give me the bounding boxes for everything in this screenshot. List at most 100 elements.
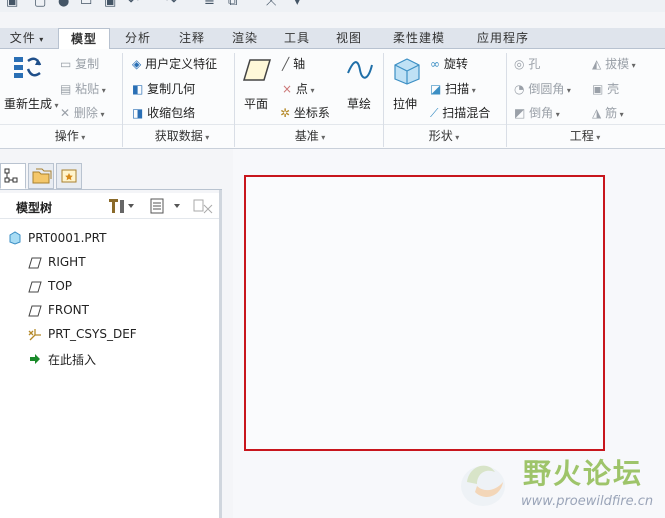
tree-item-label: PRT0001.PRT (28, 231, 107, 245)
tree-filter-icon[interactable] (192, 197, 214, 215)
chevron-down-icon: ▾ (97, 110, 105, 119)
group-label-shapes[interactable]: 形状 ▾ (404, 127, 484, 144)
customize-icon[interactable]: ▾ (294, 0, 301, 9)
windows-icon[interactable]: ⧉ (228, 0, 237, 9)
ribbon: 重新生成 ▾ ▭ 复制 ▤ 粘贴 ▾ ✕ 删除 ▾ 操作 ▾ ◈ 用户定义特征 … (0, 49, 665, 149)
chevron-down-icon: ▾ (35, 35, 45, 44)
undo-icon[interactable]: ↶ (128, 0, 139, 9)
tab-view[interactable]: 视图 (326, 28, 372, 49)
datum-plane-icon (28, 305, 42, 317)
copy-geometry-button[interactable]: ◧ 复制几何 (132, 80, 195, 97)
point-icon: × (282, 82, 293, 96)
copy-button[interactable]: ▭ 复制 (60, 55, 99, 72)
model-tree-item[interactable]: RIGHT (0, 253, 219, 273)
csys-icon: ✲ (280, 106, 291, 120)
chevron-down-icon: ▾ (52, 101, 59, 110)
redo-icon[interactable]: ↷ (166, 0, 177, 9)
tab-folder-browser[interactable] (28, 163, 54, 189)
quick-access-toolbar: ▣ ▢ ● ▭ ▣ ↶ ↷ ≡ ⧉ ⤧ ▾ (0, 0, 665, 12)
close-window-icon[interactable]: ⤧ (266, 0, 276, 9)
round-button[interactable]: ◔ 倒圆角 ▾ (514, 80, 571, 97)
insert-here-icon (30, 354, 40, 364)
part-icon (9, 231, 21, 245)
shrinkwrap-button[interactable]: ◨ 收缩包络 (132, 104, 195, 121)
folder-icon[interactable]: ▭ (80, 0, 92, 9)
regenerate-small-icon[interactable]: ≡ (204, 0, 215, 9)
tab-model[interactable]: 模型 (58, 28, 110, 50)
tree-item-label: PRT_CSYS_DEF (48, 327, 137, 341)
sketch-icon (347, 61, 373, 79)
chevron-down-icon: ▾ (564, 86, 571, 95)
chevron-down-icon: ▾ (202, 133, 210, 142)
shell-icon: ▣ (592, 82, 604, 96)
regenerate-button[interactable]: 重新生成 ▾ (4, 95, 59, 112)
sweep-button[interactable]: ◪ 扫描 ▾ (430, 80, 476, 97)
chevron-down-icon: ▾ (617, 110, 624, 119)
plane-button[interactable]: 平面 (244, 95, 268, 112)
save-icon[interactable]: ▣ (6, 0, 18, 9)
tree-item-label: RIGHT (48, 255, 86, 269)
model-tree-item[interactable]: FRONT (0, 301, 219, 321)
ribbon-tab-bar: 文件 ▾ 模型 分析 注释 渲染 工具 视图 柔性建模 应用程序 (0, 28, 665, 50)
model-tree-item[interactable]: PRT0001.PRT (0, 229, 219, 249)
group-separator (383, 53, 384, 147)
tree-columns-icon[interactable] (148, 197, 186, 215)
copy-icon: ▭ (60, 57, 72, 71)
new-file-icon[interactable]: ▢ (34, 0, 46, 9)
open-icon[interactable]: ● (58, 0, 69, 9)
navigator-tabs (0, 149, 222, 193)
disk-icon[interactable]: ▣ (104, 0, 116, 9)
group-separator (234, 53, 235, 147)
sketch-button[interactable]: 草绘 (347, 95, 371, 112)
shrinkwrap-icon: ◨ (132, 106, 144, 120)
chevron-down-icon: ▾ (593, 133, 601, 142)
delete-button[interactable]: ✕ 删除 ▾ (60, 104, 104, 121)
udf-button[interactable]: ◈ 用户定义特征 (132, 55, 217, 72)
shell-button[interactable]: ▣ 壳 (592, 80, 619, 97)
watermark-logo (461, 465, 505, 506)
tab-analysis[interactable]: 分析 (114, 28, 162, 49)
group-label-datum[interactable]: 基准 ▾ (270, 127, 350, 144)
chamfer-button[interactable]: ◩ 倒角 ▾ (514, 104, 560, 121)
chevron-down-icon: ▾ (318, 133, 326, 142)
tree-settings-icon[interactable] (106, 197, 136, 215)
tab-flexible-modeling[interactable]: 柔性建模 (378, 28, 460, 49)
swept-blend-button[interactable]: ⟋ 扫描混合 (430, 104, 490, 121)
model-tree-item[interactable]: TOP (0, 277, 219, 297)
paste-button[interactable]: ▤ 粘贴 ▾ (60, 80, 106, 97)
model-tree-header: 模型树 (0, 193, 222, 219)
tab-render[interactable]: 渲染 (222, 28, 268, 49)
datum-plane-icon (28, 257, 42, 269)
tab-model-tree[interactable] (0, 163, 26, 189)
chevron-down-icon: ▾ (469, 86, 476, 95)
model-tree-item[interactable]: PRT_CSYS_DEF (0, 325, 219, 345)
tab-tools[interactable]: 工具 (274, 28, 320, 49)
rib-button[interactable]: ◮ 筋 ▾ (592, 104, 624, 121)
tab-file[interactable]: 文件 ▾ (2, 28, 52, 49)
hole-icon: ◎ (514, 57, 525, 71)
draft-button[interactable]: ◭ 拔模 ▾ (592, 55, 636, 72)
group-label-get-data[interactable]: 获取数据 ▾ (132, 127, 232, 144)
axis-button[interactable]: ╱ 轴 (282, 55, 305, 72)
group-label-divider (0, 124, 665, 125)
revolve-button[interactable]: ∞ 旋转 (430, 55, 468, 72)
model-tree-item[interactable]: 在此插入 (0, 349, 219, 369)
point-button[interactable]: × 点 ▾ (282, 80, 314, 97)
csys-button[interactable]: ✲ 坐标系 (280, 104, 330, 121)
tab-favorites[interactable] (56, 163, 82, 189)
plane-icon (242, 59, 272, 81)
panel-splitter[interactable] (219, 190, 222, 518)
tab-annotate[interactable]: 注释 (168, 28, 216, 49)
delete-icon: ✕ (60, 106, 71, 120)
extrude-icon (394, 58, 420, 85)
extrude-button[interactable]: 拉伸 (393, 95, 417, 112)
tab-applications[interactable]: 应用程序 (464, 28, 542, 49)
udf-icon: ◈ (132, 57, 142, 71)
chevron-down-icon: ▾ (307, 86, 315, 95)
group-label-engineering[interactable]: 工程 ▾ (545, 127, 625, 144)
group-label-operations[interactable]: 操作 ▾ (30, 127, 110, 144)
model-tree-title: 模型树 (16, 201, 53, 215)
tree-item-label: 在此插入 (48, 353, 97, 367)
watermark: 野火论坛 www.proewildfire.cn (455, 448, 665, 518)
hole-button[interactable]: ◎ 孔 (514, 55, 540, 72)
